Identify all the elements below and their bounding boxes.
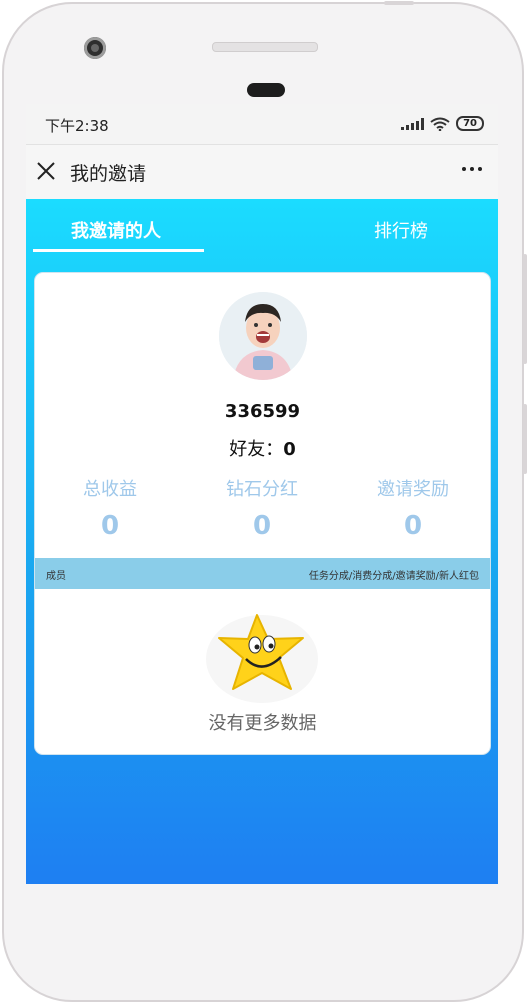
active-tab-indicator [33,249,204,252]
user-id: 336599 [224,401,301,422]
side-button [523,404,527,474]
stat-total-earnings: 总收益 0 [35,475,185,541]
earpiece-speaker [212,42,318,52]
stat-label: 邀请奖励 [377,479,449,500]
volume-button [523,254,527,364]
proximity-sensor [247,83,285,97]
stat-label: 钻石分红 [226,479,298,500]
stat-invite-reward: 邀请奖励 0 [338,475,488,541]
tab-leaderboard[interactable]: 排行榜 [374,217,428,243]
avatar-image [219,292,307,380]
tab-bar: 我邀请的人 排行榜 [26,199,498,255]
friends-label: 好友： [229,439,284,460]
friends-value: 0 [283,439,296,460]
status-bar: 下午2:38 70 [26,104,498,145]
member-header-bar: 成员 任务分成/消费分成/邀请奖励/新人红包 [35,558,490,589]
avatar[interactable] [219,292,307,380]
close-icon[interactable] [34,159,58,183]
member-label: 成员 [46,571,66,582]
front-camera [84,37,106,59]
invite-card: 336599 好友：0 总收益 0 钻石分红 0 邀请奖励 0 成员 任务分成/… [34,272,491,755]
app-screen: 下午2:38 70 我的邀请 我邀请的人 排行榜 336599 好友：0 总收益… [26,104,498,884]
battery-indicator: 70 [456,116,484,131]
tab-my-invitees[interactable]: 我邀请的人 [71,217,161,243]
stat-value: 0 [403,511,423,541]
signal-icon [401,117,425,130]
stat-diamond-dividend: 钻石分红 0 [187,475,337,541]
star-mascot-icon [206,614,318,703]
friends-count: 好友：0 [35,435,490,461]
empty-state-text: 没有更多数据 [208,713,317,734]
main-content: 我邀请的人 排行榜 336599 好友：0 总收益 0 钻石分红 0 邀请奖励 … [26,199,498,884]
member-categories: 任务分成/消费分成/邀请奖励/新人红包 [308,571,479,582]
stat-value: 0 [100,511,120,541]
status-time: 下午2:38 [45,117,109,135]
status-icons: 70 [401,116,484,131]
title-bar: 我的邀请 [26,145,498,199]
stat-label: 总收益 [83,479,137,500]
more-options-icon[interactable] [462,167,482,171]
page-title: 我的邀请 [70,163,147,185]
power-button [384,1,414,5]
stat-value: 0 [252,511,272,541]
wifi-icon [430,117,450,131]
